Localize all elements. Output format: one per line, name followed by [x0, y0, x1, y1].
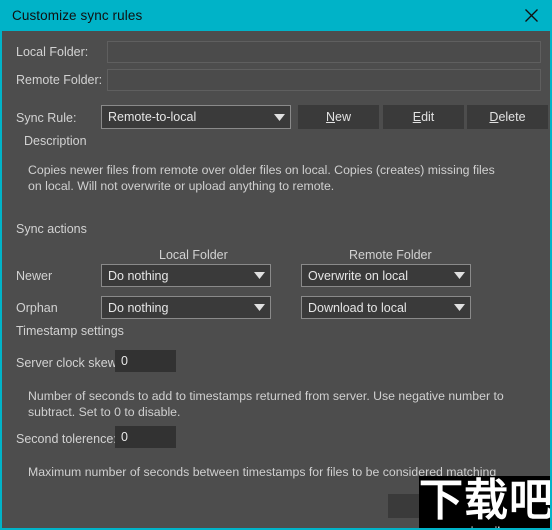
watermark-chinese-text: 下载吧 [419, 476, 552, 526]
chevron-down-icon [448, 304, 470, 311]
site-watermark: 下载吧 www.xiazaiba.com [419, 476, 552, 528]
row-label-orphan: Orphan [16, 301, 58, 315]
customize-sync-rules-dialog: Customize sync rules Local Folder: Remot… [0, 0, 552, 530]
server-clock-skew-label: Server clock skew: [16, 356, 121, 370]
newer-local-combobox[interactable]: Do nothing [101, 264, 271, 287]
row-label-newer: Newer [16, 269, 53, 283]
timestamp-group-label: Timestamp settings [16, 324, 124, 338]
remote-folder-label: Remote Folder: [16, 73, 103, 87]
newer-local-selected-value: Do nothing [108, 268, 169, 283]
edit-button-label: Edit [412, 110, 435, 124]
delete-button-label: Delete [489, 110, 526, 124]
local-folder-input[interactable] [107, 41, 541, 63]
orphan-local-combobox[interactable]: Do nothing [101, 296, 271, 319]
close-icon [524, 9, 538, 22]
remote-folder-input[interactable] [107, 69, 541, 91]
server-clock-skew-help: Number of seconds to add to timestamps r… [28, 389, 504, 419]
sync-actions-group-label: Sync actions [16, 222, 87, 236]
chevron-down-icon [248, 272, 270, 279]
newer-remote-combobox[interactable]: Overwrite on local [301, 264, 471, 287]
sync-rule-label: Sync Rule: [16, 111, 77, 125]
watermark-url-text: www.xiazaiba.com [433, 524, 540, 528]
server-clock-skew-input[interactable] [115, 350, 176, 372]
local-folder-label: Local Folder: [16, 45, 89, 59]
chevron-down-icon [268, 113, 290, 121]
sync-rule-combobox[interactable]: Remote-to-local [101, 105, 291, 129]
new-button[interactable]: New [298, 105, 379, 129]
orphan-remote-selected-value: Download to local [308, 300, 407, 315]
column-header-remote-folder: Remote Folder [349, 248, 432, 262]
orphan-local-selected-value: Do nothing [108, 300, 169, 315]
column-header-local-folder: Local Folder [159, 248, 228, 262]
delete-button[interactable]: Delete [467, 105, 548, 129]
new-button-label: New [325, 110, 351, 124]
window-title: Customize sync rules [12, 8, 143, 23]
description-label: Description [24, 134, 87, 148]
orphan-remote-combobox[interactable]: Download to local [301, 296, 471, 319]
second-tolerence-label: Second tolerence: [16, 432, 117, 446]
close-button[interactable] [510, 0, 550, 31]
sync-rule-selected-value: Remote-to-local [108, 110, 197, 124]
chevron-down-icon [448, 272, 470, 279]
edit-button[interactable]: Edit [383, 105, 464, 129]
newer-remote-selected-value: Overwrite on local [308, 268, 409, 283]
chevron-down-icon [248, 304, 270, 311]
description-text: Copies newer files from remote over olde… [28, 163, 495, 193]
title-bar: Customize sync rules [2, 0, 550, 31]
second-tolerence-input[interactable] [115, 426, 176, 448]
